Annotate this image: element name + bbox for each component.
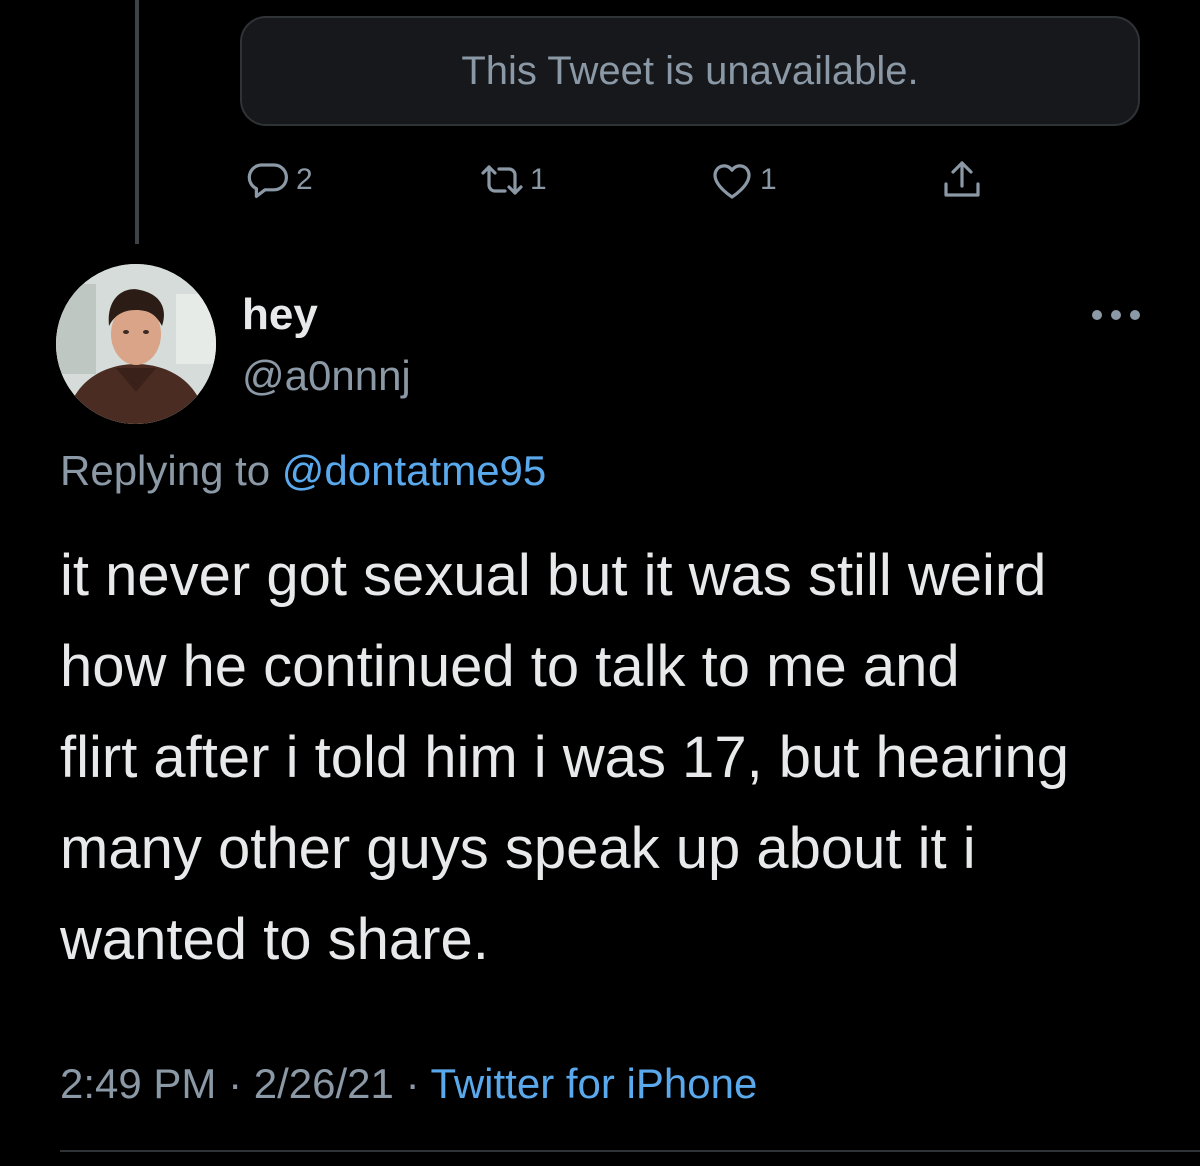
tweet-text: it never got sexual but it was still wei… (60, 530, 1170, 985)
tweet-text-line: it never got sexual but it was still wei… (60, 543, 1047, 608)
tweet-text-line: wanted to share. (60, 907, 489, 972)
retweet-icon (481, 165, 523, 195)
retweet-button[interactable]: 1 (478, 152, 547, 208)
retweet-count: 1 (530, 163, 547, 196)
divider (60, 1150, 1200, 1152)
tweet-action-bar: 2 1 1 (0, 152, 1200, 208)
reply-button[interactable]: 2 (244, 152, 313, 208)
like-count: 1 (760, 163, 777, 196)
tweet-date[interactable]: 2/26/21 (254, 1060, 394, 1107)
meta-separator: · (405, 1060, 420, 1107)
share-icon (944, 161, 980, 197)
profile-photo (56, 264, 216, 424)
replying-to-line: Replying to @dontatme95 (60, 447, 546, 495)
tweet-source-link[interactable]: Twitter for iPhone (431, 1060, 758, 1107)
share-button[interactable] (938, 152, 986, 208)
like-button[interactable]: 1 (708, 152, 777, 208)
tweet-text-line: many other guys speak up about it i (60, 816, 976, 881)
heart-icon (713, 164, 751, 199)
tweet-text-line: flirt after i told him i was 17, but hea… (60, 725, 1070, 790)
reply-count: 2 (296, 163, 313, 196)
unavailable-message: This Tweet is unavailable. (461, 48, 919, 93)
tweet-text-line: how he continued to talk to me and (60, 634, 960, 699)
display-name[interactable]: hey (242, 290, 318, 340)
more-dot (1092, 310, 1102, 320)
avatar[interactable] (56, 264, 216, 424)
reply-icon (247, 163, 288, 198)
replying-to-mention[interactable]: @dontatme95 (282, 447, 546, 494)
more-dot (1111, 310, 1121, 320)
tweet-metadata: 2:49 PM · 2/26/21 · Twitter for iPhone (60, 1060, 757, 1108)
replying-to-label: Replying to (60, 447, 271, 494)
meta-separator: · (228, 1060, 243, 1107)
more-dot (1130, 310, 1140, 320)
user-handle[interactable]: @a0nnnj (242, 352, 411, 400)
more-options-icon[interactable] (1092, 300, 1140, 330)
tweet-time[interactable]: 2:49 PM (60, 1060, 216, 1107)
unavailable-tweet-card: This Tweet is unavailable. (240, 16, 1140, 126)
